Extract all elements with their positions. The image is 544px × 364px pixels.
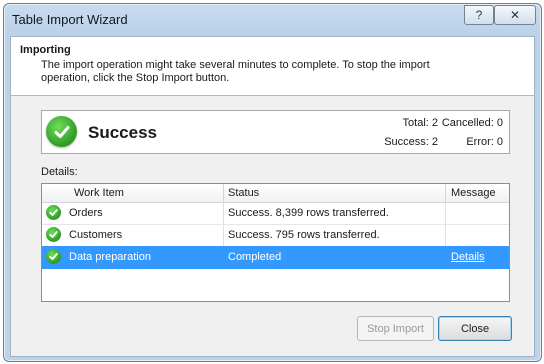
header-description: The import operation might take several … xyxy=(41,59,430,84)
column-header-message[interactable]: Message xyxy=(451,187,496,199)
help-icon: ? xyxy=(475,8,483,22)
success-check-icon xyxy=(46,227,61,242)
dialog-client-area: Importing The import operation might tak… xyxy=(10,36,535,357)
success-check-icon xyxy=(46,249,61,264)
table-row[interactable]: Customers Success. 795 rows transferred. xyxy=(42,224,509,247)
status-cell: Success. 795 rows transferred. xyxy=(228,229,380,241)
details-label: Details: xyxy=(41,166,78,178)
window-close-button[interactable]: ✕ xyxy=(494,5,536,25)
error-count: Error: 0 xyxy=(466,136,503,148)
details-link[interactable]: Details xyxy=(451,251,485,263)
success-count: Success: 2 xyxy=(384,136,438,148)
status-cell: Success. 8,399 rows transferred. xyxy=(228,207,389,219)
summary-panel: Success Total: 2 Cancelled: 0 Success: 2… xyxy=(41,110,510,154)
cancelled-count: Cancelled: 0 xyxy=(441,117,503,129)
column-header-status[interactable]: Status xyxy=(228,187,259,199)
column-divider[interactable] xyxy=(223,184,224,202)
header-title: Importing xyxy=(20,44,71,56)
success-check-icon xyxy=(46,116,77,147)
grid-header: Work Item Status Message xyxy=(42,184,509,203)
window-title: Table Import Wizard xyxy=(12,12,128,27)
success-check-icon xyxy=(46,205,61,220)
close-icon: ✕ xyxy=(509,8,521,22)
column-divider[interactable] xyxy=(445,184,446,202)
help-button[interactable]: ? xyxy=(464,5,494,25)
stop-import-button[interactable]: Stop Import xyxy=(357,316,434,341)
work-item-cell: Data preparation xyxy=(69,251,151,263)
table-import-wizard-window: Table Import Wizard ? ✕ Importing The im… xyxy=(3,3,542,362)
column-header-work-item[interactable]: Work Item xyxy=(74,187,124,199)
work-item-cell: Orders xyxy=(69,207,103,219)
work-item-cell: Customers xyxy=(69,229,123,241)
summary-status: Success xyxy=(88,123,157,142)
title-bar: Table Import Wizard ? ✕ xyxy=(4,4,541,36)
close-button[interactable]: Close xyxy=(438,316,512,341)
table-row-selected[interactable]: Data preparation Completed Details xyxy=(42,246,509,269)
total-count: Total: 2 xyxy=(402,117,438,129)
status-cell: Completed xyxy=(228,251,282,263)
wizard-header: Importing The import operation might tak… xyxy=(11,37,534,96)
details-grid[interactable]: Work Item Status Message Orders Success.… xyxy=(41,183,510,302)
table-row[interactable]: Orders Success. 8,399 rows transferred. xyxy=(42,202,509,225)
